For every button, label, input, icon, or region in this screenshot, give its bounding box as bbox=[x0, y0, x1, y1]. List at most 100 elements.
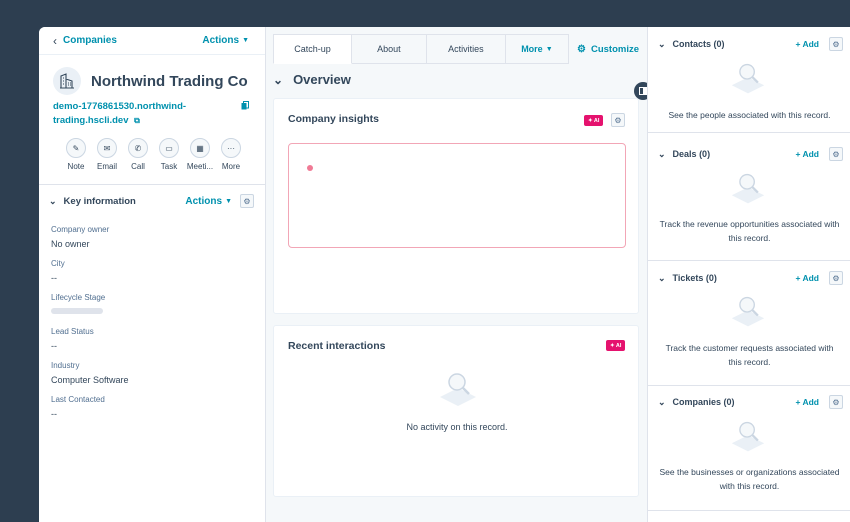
key-information-title: Key information bbox=[63, 195, 136, 207]
tab-activities[interactable]: Activities bbox=[426, 34, 506, 64]
tickets-title: Tickets (0) bbox=[672, 273, 717, 283]
property-lifecycle-stage[interactable]: Lifecycle Stage bbox=[51, 293, 251, 327]
call-label: Call bbox=[131, 162, 145, 171]
customize-button[interactable]: ⚙ Customize bbox=[569, 34, 639, 64]
deals-title: Deals (0) bbox=[672, 149, 711, 159]
more-action[interactable]: ··· More bbox=[220, 138, 242, 171]
property-value: No owner bbox=[51, 239, 90, 249]
loading-dot bbox=[307, 165, 313, 171]
property-last-contacted[interactable]: Last Contacted -- bbox=[51, 395, 251, 429]
gear-icon[interactable]: ⚙ bbox=[829, 271, 843, 285]
gear-icon[interactable]: ⚙ bbox=[829, 395, 843, 409]
property-industry[interactable]: Industry Computer Software bbox=[51, 361, 251, 395]
chevron-left-icon: ‹ bbox=[53, 33, 57, 48]
more-icon: ··· bbox=[221, 138, 241, 158]
gear-icon[interactable]: ⚙ bbox=[829, 37, 843, 51]
add-contact-button[interactable]: + Add bbox=[795, 39, 819, 49]
overview-section-toggle[interactable]: ⌄ Overview bbox=[273, 72, 351, 87]
property-label: Last Contacted bbox=[51, 395, 105, 404]
quick-actions: ✎ Note ✉ Email ✆ Call ▭ Task ▦ Meeti... … bbox=[39, 128, 265, 171]
companies-section: ⌄ Companies (0) + Add ⚙ See the business… bbox=[648, 387, 850, 511]
key-information-toggle[interactable]: ⌄ Key information bbox=[49, 196, 136, 207]
insights-content-box bbox=[288, 143, 626, 248]
back-to-companies-link[interactable]: ‹ Companies bbox=[53, 34, 117, 48]
actions-label: Actions bbox=[202, 35, 240, 46]
companies-controls: + Add ⚙ bbox=[795, 395, 843, 409]
contacts-toggle[interactable]: ⌄ Contacts (0) bbox=[658, 39, 725, 50]
property-lead-status[interactable]: Lead Status -- bbox=[51, 327, 251, 361]
record-actions-button[interactable]: Actions ▼ bbox=[202, 35, 249, 46]
deals-toggle[interactable]: ⌄ Deals (0) bbox=[658, 149, 710, 160]
call-action[interactable]: ✆ Call bbox=[127, 138, 149, 171]
company-domain-link[interactable]: demo-1776861530.northwind-trading.hscli.… bbox=[39, 95, 265, 128]
company-insights-title: Company insights bbox=[288, 113, 380, 125]
loading-placeholder bbox=[51, 308, 103, 314]
deals-section: ⌄ Deals (0) + Add ⚙ Track the revenue op… bbox=[648, 138, 850, 261]
meeting-icon: ▦ bbox=[190, 138, 210, 158]
empty-state-icon bbox=[731, 63, 765, 94]
key-info-actions-button[interactable]: Actions ▼ bbox=[185, 196, 232, 207]
company-name: Northwind Trading Co bbox=[91, 72, 248, 90]
deals-header: ⌄ Deals (0) + Add ⚙ bbox=[648, 146, 850, 162]
tab-more[interactable]: More ▼ bbox=[505, 34, 569, 64]
property-label: Lifecycle Stage bbox=[51, 293, 106, 302]
middle-column: Catch-up About Activities More ▼ ⚙ Custo… bbox=[273, 27, 641, 522]
companies-toggle[interactable]: ⌄ Companies (0) bbox=[658, 397, 735, 408]
empty-state-icon bbox=[440, 373, 476, 406]
email-action[interactable]: ✉ Email bbox=[96, 138, 118, 171]
task-label: Task bbox=[160, 162, 178, 171]
gear-icon[interactable]: ⚙ bbox=[240, 194, 254, 208]
add-deal-button[interactable]: + Add bbox=[795, 149, 819, 159]
customize-label: Customize bbox=[590, 43, 639, 55]
add-ticket-button[interactable]: + Add bbox=[795, 273, 819, 283]
company-header: Northwind Trading Co bbox=[39, 55, 265, 95]
chevron-down-icon: ⌄ bbox=[49, 195, 57, 206]
property-label: Industry bbox=[51, 361, 80, 370]
property-value: -- bbox=[51, 273, 57, 283]
key-info-actions-label: Actions bbox=[185, 195, 223, 207]
deals-empty-text: Track the revenue opportunities associat… bbox=[659, 219, 840, 243]
tab-more-label: More bbox=[521, 44, 543, 54]
add-company-button[interactable]: + Add bbox=[795, 397, 819, 407]
gear-icon[interactable]: ⚙ bbox=[611, 113, 625, 127]
tickets-empty-text: Track the customer requests associated w… bbox=[665, 343, 834, 367]
copy-icon[interactable] bbox=[241, 101, 249, 110]
companies-header: ⌄ Companies (0) + Add ⚙ bbox=[648, 394, 850, 410]
tab-about[interactable]: About bbox=[351, 34, 427, 64]
empty-state-icon bbox=[731, 296, 765, 327]
external-link-icon: ⧉ bbox=[134, 116, 140, 125]
tab-catch-up[interactable]: Catch-up bbox=[273, 34, 352, 64]
divider bbox=[39, 184, 266, 185]
record-tabs: Catch-up About Activities More ▼ ⚙ Custo… bbox=[273, 34, 639, 64]
left-header: ‹ Companies Actions ▼ bbox=[39, 27, 265, 55]
email-icon: ✉ bbox=[97, 138, 117, 158]
property-city[interactable]: City -- bbox=[51, 259, 251, 293]
property-value: Computer Software bbox=[51, 375, 129, 385]
property-label: Lead Status bbox=[51, 327, 94, 336]
caret-down-icon: ▼ bbox=[242, 37, 249, 44]
meeting-action[interactable]: ▦ Meeti... bbox=[187, 138, 213, 171]
note-icon: ✎ bbox=[66, 138, 86, 158]
property-company-owner[interactable]: Company owner No owner bbox=[51, 225, 251, 259]
task-action[interactable]: ▭ Task bbox=[158, 138, 180, 171]
call-icon: ✆ bbox=[128, 138, 148, 158]
deals-controls: + Add ⚙ bbox=[795, 147, 843, 161]
caret-down-icon: ▼ bbox=[545, 45, 553, 53]
empty-state-icon bbox=[731, 173, 765, 204]
contacts-empty-text: See the people associated with this reco… bbox=[668, 110, 831, 120]
overview-title: Overview bbox=[293, 72, 351, 87]
note-action[interactable]: ✎ Note bbox=[65, 138, 87, 171]
email-label: Email bbox=[96, 162, 117, 171]
companies-title: Companies (0) bbox=[672, 397, 735, 407]
key-information-header: ⌄ Key information Actions ▼ ⚙ bbox=[39, 193, 266, 209]
ai-badge: ✦ AI bbox=[606, 340, 626, 351]
chevron-down-icon: ⌄ bbox=[273, 72, 284, 87]
empty-state-text: No activity on this record. bbox=[406, 422, 508, 432]
gear-icon[interactable]: ⚙ bbox=[829, 147, 843, 161]
property-value: -- bbox=[51, 341, 57, 351]
recent-interactions-card: Recent interactions ✦ AI No activity on … bbox=[273, 325, 639, 497]
gear-icon: ⚙ bbox=[576, 43, 586, 55]
note-label: Note bbox=[67, 162, 85, 171]
tickets-toggle[interactable]: ⌄ Tickets (0) bbox=[658, 273, 717, 284]
contacts-section: ⌄ Contacts (0) + Add ⚙ See the people as… bbox=[648, 27, 850, 133]
